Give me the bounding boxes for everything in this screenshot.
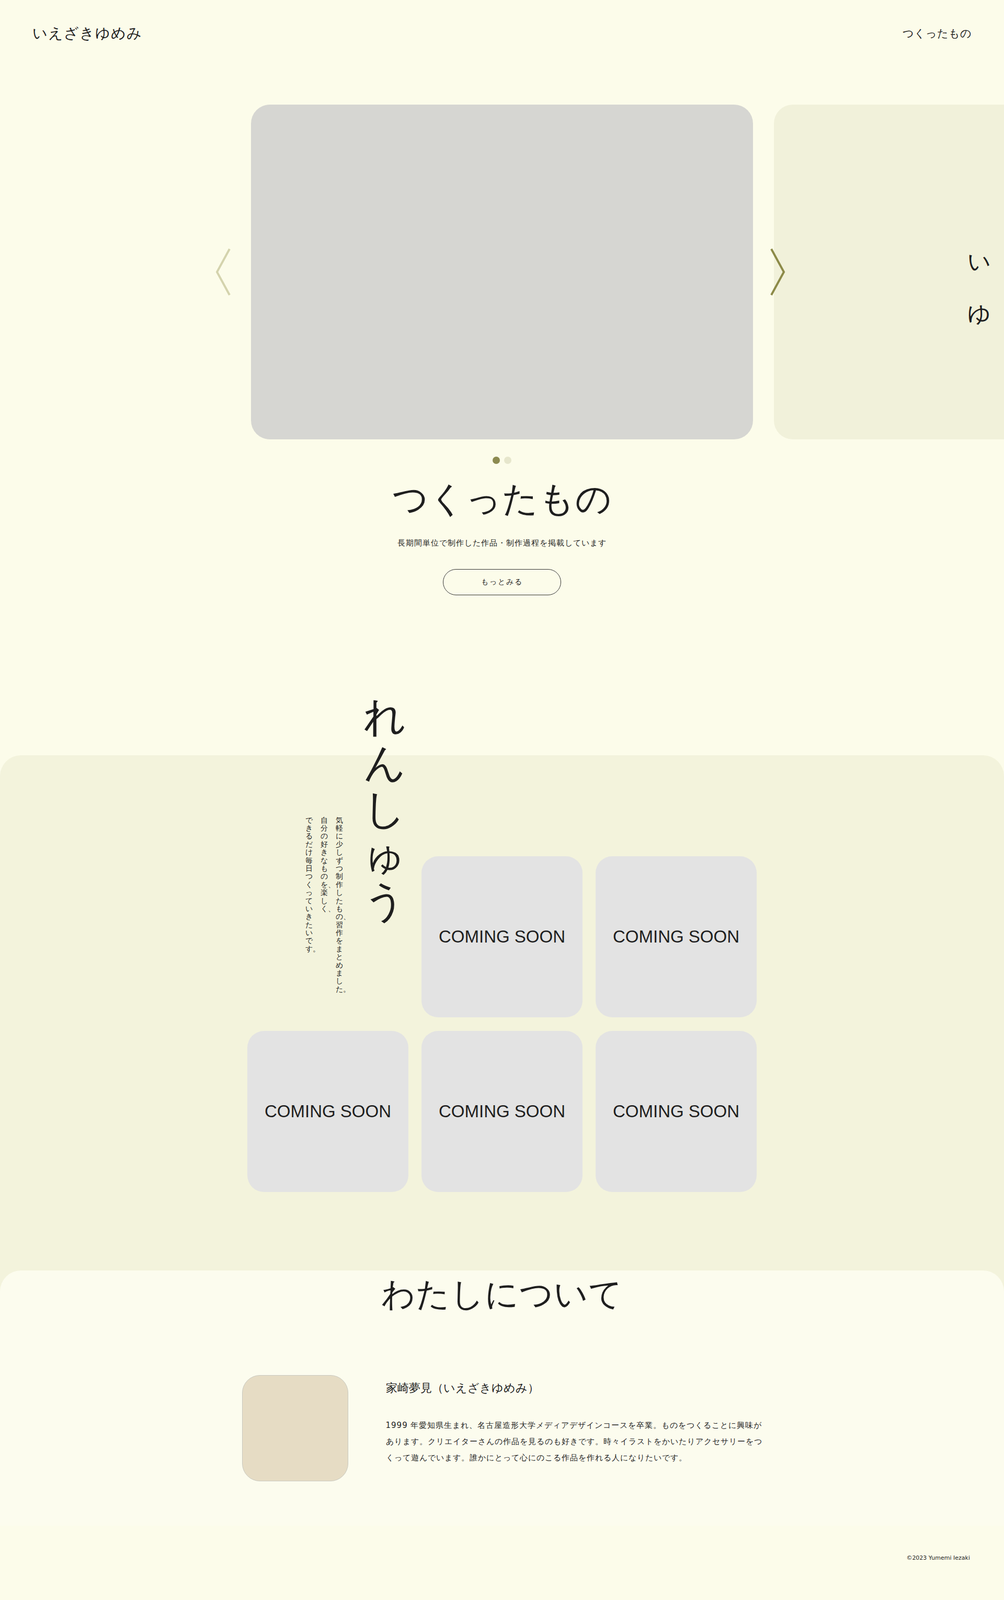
card-label: COMING SOON	[264, 1101, 392, 1122]
practice-intro: れんしゅう気軽に少しずつ制作したもの、習作をまとめました。自分の好きなものを、楽…	[247, 856, 409, 1018]
practice-card[interactable]: COMING SOON	[421, 1030, 583, 1192]
works-section: つくったもの長期間単位で制作した作品・制作過程を掲載していますもっとみる	[0, 463, 1004, 596]
page: いえざきゆめみつくったものいゆつくったもの長期間単位で制作した作品・制作過程を掲…	[0, 0, 1004, 1600]
copyright: ©2023 Yumemi Iezaki	[906, 1554, 971, 1561]
card-label: COMING SOON	[438, 1101, 566, 1122]
works-title: つくったもの	[392, 477, 612, 521]
practice-card[interactable]: COMING SOON	[595, 1030, 757, 1192]
slide-text: いゆ	[773, 104, 1004, 340]
practice-card[interactable]: COMING SOON	[421, 856, 583, 1018]
practice-card[interactable]: COMING SOON	[595, 856, 757, 1018]
about-title: わたしについて	[0, 1270, 1004, 1318]
practice-intro-columns: れんしゅう気軽に少しずつ制作したもの、習作をまとめました。自分の好きなものを、楽…	[305, 693, 406, 1018]
next-button[interactable]	[769, 247, 786, 298]
card-label: COMING SOON	[438, 926, 566, 947]
card-label: COMING SOON	[612, 926, 740, 947]
profile: 家崎夢見（いえざきゆめみ） 1999 年愛知県生まれ、名古屋造形大学メディアデザイ…	[242, 1374, 763, 1481]
carousel-slide[interactable]	[251, 104, 753, 440]
logo[interactable]: いえざきゆめみ	[32, 23, 143, 44]
profile-bio: 1999 年愛知県生まれ、名古屋造形大学メディアデザインコースを卒業。ものをつく…	[385, 1417, 763, 1466]
nav-item[interactable]: つくったもの	[902, 26, 972, 41]
profile-name: 家崎夢見（いえざきゆめみ）	[385, 1378, 763, 1397]
practice-card[interactable]: COMING SOON	[247, 1030, 409, 1192]
footer: ©2023 Yumemi Iezaki	[0, 1525, 1004, 1590]
carousel-slide[interactable]: いゆ	[773, 104, 1004, 440]
carousel-dot[interactable]	[504, 456, 512, 464]
carousel-track: いゆ	[0, 104, 1004, 440]
about-section: わたしについて家崎夢見（いえざきゆめみ） 1999 年愛知県生まれ、名古屋造形大学…	[0, 1270, 1004, 1526]
more-button[interactable]: もっとみる	[442, 568, 562, 596]
practice-description: 気軽に少しずつ制作したもの、習作をまとめました。	[335, 816, 344, 994]
practice-grid: れんしゅう気軽に少しずつ制作したもの、習作をまとめました。自分の好きなものを、楽…	[247, 856, 757, 1192]
chevron-right-icon	[769, 247, 786, 296]
works-description: 長期間単位で制作した作品・制作過程を掲載しています	[397, 538, 607, 549]
practice-description: 自分の好きなものを、楽しく、	[320, 816, 328, 914]
header: いえざきゆめみ つくったもの	[0, 0, 1004, 67]
card-label: COMING SOON	[612, 1101, 740, 1122]
profile-text: 家崎夢見（いえざきゆめみ） 1999 年愛知県生まれ、名古屋造形大学メディアデザイ…	[385, 1374, 763, 1466]
practice-title: れんしゅう	[363, 693, 406, 924]
prev-button[interactable]	[215, 247, 232, 298]
practice-section: れんしゅう気軽に少しずつ制作したもの、習作をまとめました。自分の好きなものを、楽…	[0, 755, 1004, 1294]
carousel: いゆ	[0, 104, 1004, 440]
chevron-left-icon	[215, 247, 232, 296]
nav: つくったもの	[902, 26, 972, 41]
slide-line: ゆ	[967, 287, 1004, 340]
profile-photo	[242, 1374, 349, 1481]
carousel-dots	[0, 456, 1004, 464]
practice-description: できるだけ毎日つくっていきたいです。	[305, 816, 313, 954]
slide-line: い	[967, 235, 1004, 288]
carousel-dot[interactable]	[492, 456, 500, 464]
